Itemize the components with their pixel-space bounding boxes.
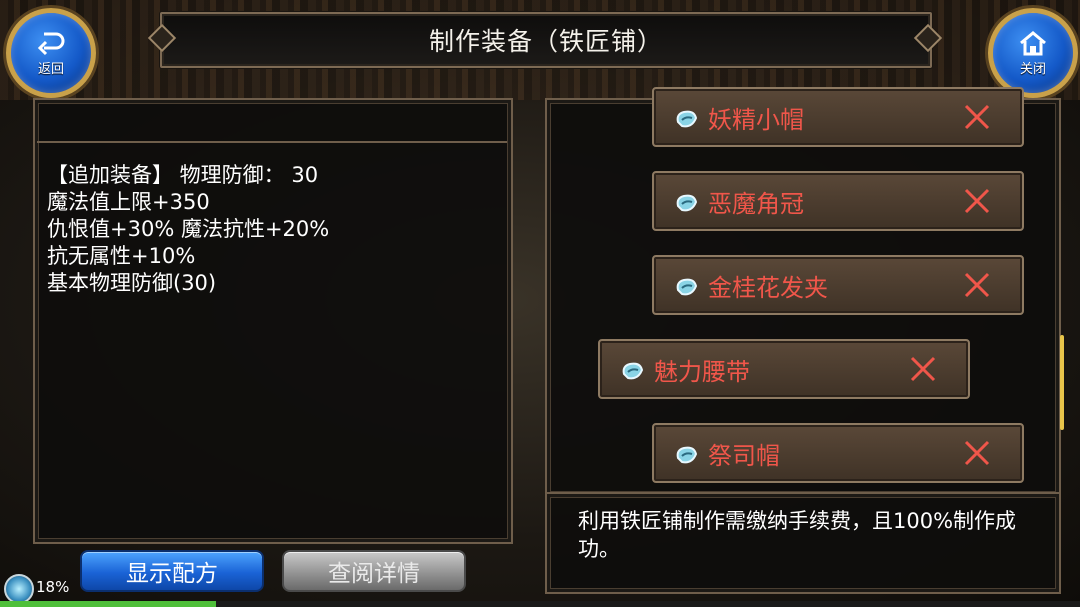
scroll-icon [622,362,644,380]
recipe-name: 妖精小帽 [708,105,804,134]
close-x-icon[interactable] [962,438,992,468]
home-icon [1020,30,1046,55]
close-label: 关闭 [1019,61,1046,77]
recipe-list-scrollbar[interactable] [1060,335,1064,430]
stat-line: 仇恨值+30% 魔法抗性+20% [47,217,330,241]
scroll-icon [676,194,698,212]
recipe-name: 祭司帽 [708,441,780,470]
recipe-item[interactable]: 恶魔角冠 [652,171,1024,231]
view-details-button[interactable]: 查阅详情 [282,550,466,592]
percent-label: 18% [36,578,70,596]
recipe-item-selected[interactable]: 魅力腰带 [598,339,970,399]
close-x-icon[interactable] [962,186,992,216]
panel-divider [37,141,507,143]
recipe-item[interactable]: 祭司帽 [652,423,1024,483]
recipe-name: 金桂花发夹 [708,273,828,302]
title-bar: 制作装备（铁匠铺） [160,12,932,68]
close-x-icon[interactable] [962,102,992,132]
back-button[interactable]: 返回 [6,8,96,98]
recipe-name: 魅力腰带 [654,357,750,386]
stat-line: 基本物理防御(30) [47,271,217,295]
scroll-icon [676,446,698,464]
equipment-stats: 【追加装备】 物理防御： 30 魔法值上限+350 仇恨值+30% 魔法抗性+2… [47,162,329,297]
exp-bar [0,601,1080,607]
exp-bar-fill [0,601,216,607]
recipe-item[interactable]: 金桂花发夹 [652,255,1024,315]
stat-line: 抗无属性+10% [47,244,196,268]
close-x-icon[interactable] [908,354,938,384]
close-button[interactable]: 关闭 [988,8,1078,98]
stat-line: 【追加装备】 物理防御： 30 [47,163,319,187]
back-label: 返回 [37,61,64,77]
page-title: 制作装备（铁匠铺） [428,27,663,56]
scroll-icon [676,278,698,296]
recipe-item[interactable]: 妖精小帽 [652,87,1024,147]
recipe-name: 恶魔角冠 [708,189,804,218]
show-recipe-button[interactable]: 显示配方 [80,550,264,592]
close-x-icon[interactable] [962,270,992,300]
panel-divider [545,492,1057,494]
return-arrow-icon [37,32,65,55]
stat-line: 魔法值上限+350 [47,190,210,214]
fee-description: 利用铁匠铺制作需缴纳手续费，且100%制作成功。 [578,509,1017,561]
status-orb-icon [4,574,34,604]
scroll-icon [676,110,698,128]
